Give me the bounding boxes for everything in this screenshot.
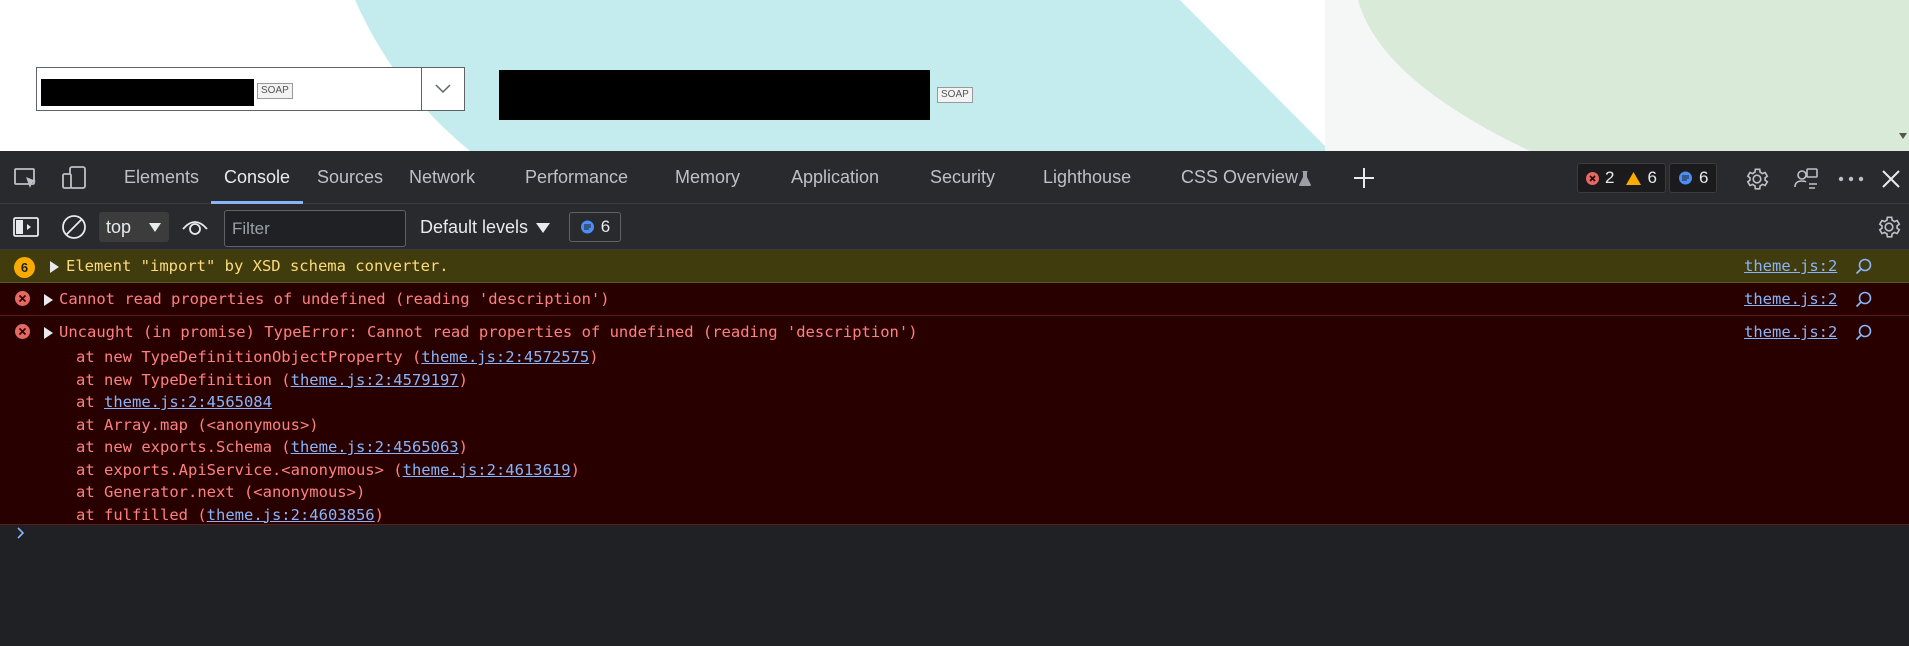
tab-console[interactable]: Console [211, 151, 304, 204]
tab-lighthouse[interactable]: Lighthouse [1043, 151, 1131, 204]
redacted-field [499, 70, 930, 120]
inspect-element-icon[interactable] [12, 165, 40, 191]
console-error-message-with-stack[interactable]: Uncaught (in promise) TypeError: Cannot … [0, 316, 1909, 525]
webpage-viewport: SOAP SOAP [0, 0, 1909, 151]
chevron-down-icon [435, 84, 451, 94]
console-messages: 6 Element "import" by XSD schema convert… [0, 250, 1909, 525]
search-icon[interactable] [1855, 324, 1873, 342]
flask-icon [1297, 169, 1313, 187]
console-warning-message[interactable]: 6 Element "import" by XSD schema convert… [0, 250, 1909, 283]
stack-frame-link[interactable]: theme.js:2:4572575 [421, 348, 589, 366]
expand-triangle-icon[interactable] [44, 294, 53, 306]
console-prompt[interactable] [16, 524, 26, 545]
live-expression-eye-icon[interactable] [180, 214, 210, 240]
source-link[interactable]: theme.js:2 [1744, 257, 1837, 275]
message-count: 6 [1698, 168, 1709, 187]
soap-badge: SOAP [257, 83, 293, 99]
stack-frame: at Generator.next (<anonymous>) [76, 483, 366, 501]
customize-feedback-icon[interactable] [1791, 164, 1821, 194]
log-levels-dropdown[interactable]: Default levels [420, 212, 551, 242]
issues-message-count[interactable]: 6 [569, 212, 621, 242]
error-icon [1586, 171, 1599, 185]
warning-count: 6 [1647, 168, 1657, 187]
context-label: top [106, 217, 132, 237]
more-tabs-plus-icon[interactable] [1350, 164, 1378, 192]
stack-frame-link[interactable]: theme.js:2:4603856 [207, 506, 375, 524]
settings-gear-icon[interactable] [1742, 164, 1772, 194]
warning-text: Element "import" by XSD schema converter… [66, 257, 449, 275]
stack-frame: at new TypeDefinitionObjectProperty (the… [76, 348, 599, 366]
stack-frame: at fulfilled (theme.js:2:4603856) [76, 505, 384, 524]
source-link[interactable]: theme.js:2 [1744, 290, 1837, 308]
message-bubble-icon [580, 220, 594, 233]
tab-security[interactable]: Security [930, 151, 995, 204]
stack-frame-link[interactable]: theme.js:2:4565063 [291, 438, 459, 456]
search-icon[interactable] [1855, 291, 1873, 309]
stack-frame: at new exports.Schema (theme.js:2:456506… [76, 438, 468, 456]
stack-frame: at exports.ApiService.<anonymous> (theme… [76, 460, 580, 479]
error-text: Uncaught (in promise) TypeError: Cannot … [59, 323, 918, 341]
caret-down-icon [149, 223, 161, 232]
device-toolbar-icon[interactable] [60, 164, 88, 192]
dropdown-button[interactable] [421, 68, 464, 110]
console-toolbar: top Default levels 6 [0, 204, 1909, 250]
error-count: 2 [1605, 168, 1615, 187]
devtools-tab-bar: Elements Console Sources Network Perform… [0, 151, 1909, 204]
issues-count: 6 [600, 217, 611, 236]
console-sidebar-toggle-icon[interactable] [12, 214, 40, 240]
scrollbar-down-arrow[interactable] [1899, 133, 1907, 139]
stack-frame: at new TypeDefinition (theme.js:2:457919… [76, 370, 468, 389]
tab-network[interactable]: Network [409, 151, 475, 204]
context-selector[interactable]: top [99, 212, 169, 242]
error-warning-counter[interactable]: 2 6 [1577, 163, 1666, 193]
repeat-count-badge: 6 [14, 257, 35, 278]
stack-frame-link[interactable]: theme.js:2:4579197 [291, 371, 459, 389]
console-error-message[interactable]: Cannot read properties of undefined (rea… [0, 283, 1909, 316]
log-levels-label: Default levels [420, 217, 529, 237]
tab-elements[interactable]: Elements [124, 151, 199, 204]
tab-memory[interactable]: Memory [675, 151, 740, 204]
error-text: Cannot read properties of undefined (rea… [59, 290, 610, 308]
warning-icon [1626, 171, 1642, 185]
more-options-icon[interactable] [1836, 164, 1866, 194]
devtools-panel: Elements Console Sources Network Perform… [0, 151, 1909, 646]
stack-frame-link[interactable]: theme.js:2:4613619 [403, 461, 571, 479]
error-icon [15, 324, 30, 339]
redacted-value [41, 79, 254, 106]
stack-frame-link[interactable]: theme.js:2:4565084 [104, 393, 272, 411]
clear-console-icon[interactable] [60, 213, 88, 241]
message-counter[interactable]: 6 [1668, 163, 1718, 193]
tab-application[interactable]: Application [791, 151, 879, 204]
search-icon[interactable] [1855, 258, 1873, 276]
stack-frame: at Array.map (<anonymous>) [76, 415, 319, 434]
filter-input[interactable] [224, 210, 406, 247]
console-settings-gear-icon[interactable] [1874, 213, 1904, 241]
caret-down-icon [536, 223, 551, 234]
tab-sources[interactable]: Sources [317, 151, 383, 204]
issue-counters[interactable]: 2 6 6 [1577, 163, 1718, 193]
close-devtools-icon[interactable] [1877, 165, 1905, 193]
error-icon [15, 291, 30, 306]
stack-trace: at new TypeDefinitionObjectProperty (the… [76, 346, 599, 526]
source-link[interactable]: theme.js:2 [1744, 323, 1837, 341]
soap-badge-right: SOAP [937, 87, 973, 103]
expand-triangle-icon[interactable] [44, 327, 53, 339]
tab-css-overview[interactable]: CSS Overview [1181, 151, 1298, 204]
tab-performance[interactable]: Performance [525, 151, 628, 204]
prompt-chevron-icon [17, 527, 25, 539]
stack-frame: at theme.js:2:4565084 [76, 393, 272, 411]
left-select-field[interactable]: SOAP [36, 67, 465, 111]
expand-triangle-icon[interactable] [50, 261, 59, 273]
message-bubble-icon [1678, 171, 1692, 184]
